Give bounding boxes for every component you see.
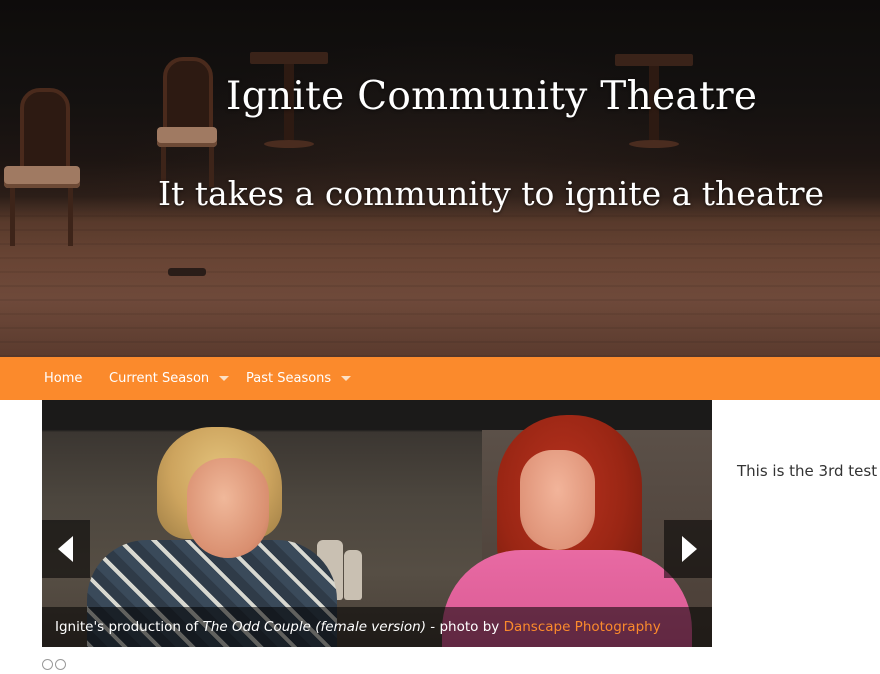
photo-credit-link[interactable]: Danscape Photography	[504, 619, 661, 635]
sidebar-text: This is the 3rd test	[737, 462, 878, 480]
chevron-right-icon	[682, 536, 697, 562]
caption-prefix: Ignite's production of	[55, 619, 203, 635]
slide-photo-actor-right-face	[520, 450, 595, 550]
main-nav: Home Current Season Past Seasons	[0, 357, 880, 400]
slider-prev-button[interactable]	[42, 520, 90, 578]
slide-caption: Ignite's production of The Odd Couple (f…	[42, 607, 712, 647]
site-tagline: It takes a community to ignite a theatre	[158, 174, 825, 213]
site-title[interactable]: Ignite Community Theatre	[226, 74, 757, 119]
caption-middle: - photo by	[426, 619, 504, 635]
caption-show-title: The Odd Couple (female version)	[202, 619, 427, 635]
stage-chair-center	[157, 57, 219, 187]
pager-dot-icon[interactable]	[42, 659, 53, 670]
hero-banner: Ignite Community Theatre It takes a comm…	[0, 0, 880, 357]
slider-next-button[interactable]	[664, 520, 712, 578]
nav-item-label: Past Seasons	[246, 371, 332, 386]
stage-floor-mark	[168, 268, 206, 276]
slide-photo-actor-left-face	[187, 458, 269, 558]
image-slider[interactable]: Ignite's production of The Odd Couple (f…	[42, 400, 712, 647]
slide-photo-prop	[344, 550, 362, 600]
nav-item-current-season[interactable]: Current Season	[109, 357, 230, 400]
pager-dot-icon[interactable]	[55, 659, 66, 670]
nav-item-label: Current Season	[109, 371, 210, 386]
chevron-left-icon	[58, 536, 73, 562]
stage-floor	[0, 215, 880, 357]
nav-item-label: Home	[44, 371, 83, 386]
caret-down-icon	[341, 376, 352, 381]
nav-item-home[interactable]: Home	[44, 357, 82, 400]
slide-caption-text: Ignite's production of The Odd Couple (f…	[55, 607, 661, 647]
stage-chair-left	[4, 88, 82, 248]
nav-item-past-seasons[interactable]: Past Seasons	[246, 357, 352, 400]
caret-down-icon	[219, 376, 230, 381]
slider-pager[interactable]	[42, 655, 72, 670]
